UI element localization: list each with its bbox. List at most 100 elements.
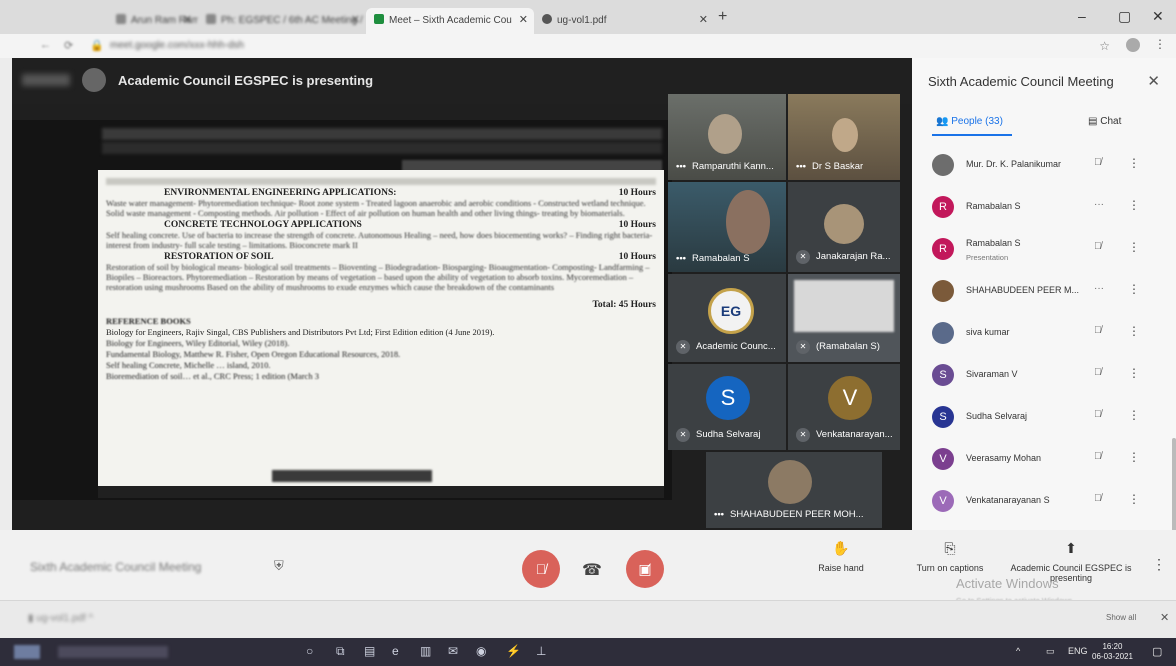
list-item[interactable]: SHAHABUDEEN PEER M... ··· ⋮ — [912, 272, 1176, 312]
unit-body: Self healing concrete. Use of bacteria t… — [106, 230, 653, 250]
security-shield-icon[interactable]: ⛨ — [274, 558, 284, 574]
egspec-logo-avatar: EG — [708, 288, 754, 334]
minimize-button[interactable]: – — [1078, 8, 1086, 24]
more-options-icon[interactable]: ⋮ — [1152, 556, 1166, 573]
tab-favicon-icon — [116, 14, 126, 24]
notification-icon[interactable]: ▢ — [1152, 645, 1162, 658]
mail-icon[interactable]: ✉ — [448, 644, 458, 658]
bookmark-star-icon[interactable]: ☆ — [1099, 39, 1110, 53]
captions-icon: ⎘ — [944, 540, 956, 556]
browser-tab[interactable]: Ph: EGSPEC / 6th AC Meeting / Files ✕ — [198, 8, 366, 34]
participant-tile[interactable]: ✕ Janakarajan Ra... — [788, 182, 900, 272]
back-icon[interactable]: ← — [40, 39, 51, 51]
shared-document: ENVIRONMENTAL ENGINEERING APPLICATIONS: … — [98, 170, 664, 488]
maximize-button[interactable]: ▢ — [1118, 8, 1131, 25]
more-options-icon[interactable]: ⋮ — [1128, 492, 1140, 506]
show-all-button[interactable]: Show all — [1106, 613, 1136, 622]
tray-chevron-icon[interactable]: ^ — [1016, 646, 1020, 656]
participant-tile[interactable]: ••• Ramabalan S — [668, 182, 786, 272]
participant-avatar — [824, 204, 864, 244]
list-item[interactable]: S Sudha Selvaraj 🎙̸ ⋮ — [912, 398, 1176, 438]
store-icon[interactable]: ▥ — [420, 644, 431, 658]
mic-off-icon: 🎙̸ — [535, 561, 547, 577]
taskbar-search[interactable] — [58, 646, 168, 658]
people-panel: Sixth Academic Council Meeting ✕ 👥 Peopl… — [912, 58, 1176, 530]
tab-people[interactable]: 👥 People (33) — [936, 116, 1003, 127]
participant-tile[interactable]: V ✕ Venkatanarayan... — [788, 364, 900, 450]
more-options-icon[interactable]: ⋮ — [1128, 240, 1140, 254]
browser-menu-icon[interactable]: ⋮ — [1154, 37, 1166, 51]
participant-tile[interactable]: S ✕ Sudha Selvaraj — [668, 364, 786, 450]
meeting-details[interactable]: Sixth Academic Council Meeting — [30, 560, 201, 574]
participant-avatar — [932, 322, 954, 344]
participant-tile[interactable]: ✕ (Ramabalan S) — [788, 274, 900, 362]
camera-off-icon: ▣̸ — [638, 561, 652, 577]
chrome-icon[interactable]: ◉ — [476, 644, 486, 658]
network-icon[interactable]: ▭ — [1046, 646, 1055, 657]
app-icon[interactable]: ⚡ — [506, 644, 521, 658]
mic-off-icon: ✕ — [676, 340, 690, 354]
people-list[interactable]: Mur. Dr. K. Palanikumar 🎙̸ ⋮ R Ramabalan… — [912, 138, 1176, 530]
more-options-icon[interactable]: ⋮ — [1128, 324, 1140, 338]
close-panel-icon[interactable]: ✕ — [1147, 72, 1160, 90]
menu-icon[interactable] — [22, 74, 70, 86]
new-tab-button[interactable]: + — [718, 8, 727, 26]
unit-body: Waste water management- Phytoremediation… — [106, 198, 646, 218]
close-tab-icon[interactable]: ✕ — [183, 13, 192, 26]
more-options-icon[interactable]: ⋮ — [1128, 282, 1140, 296]
participant-tile[interactable]: ••• SHAHABUDEEN PEER MOH... — [706, 452, 882, 528]
browser-tab[interactable]: ug-vol1.pdf ✕ — [534, 8, 714, 34]
participant-avatar — [932, 154, 954, 176]
presenter-avatar — [82, 68, 106, 92]
camera-toggle-button[interactable]: ▣̸ — [626, 550, 664, 588]
reload-icon[interactable]: ⟳ — [64, 39, 73, 52]
meet-favicon-icon — [374, 14, 384, 24]
close-tab-icon[interactable]: ✕ — [519, 13, 528, 26]
presentation-thumbnail — [794, 280, 894, 332]
list-item[interactable]: R Ramabalan S ··· ⋮ — [912, 188, 1176, 228]
list-item[interactable]: Mur. Dr. K. Palanikumar 🎙̸ ⋮ — [912, 146, 1176, 186]
download-item[interactable]: ▮ ug-vol1.pdf ^ — [28, 613, 93, 624]
mic-off-icon: 🎙̸ — [1094, 241, 1102, 252]
more-options-icon[interactable]: ⋮ — [1128, 198, 1140, 212]
extension-icon[interactable] — [1126, 38, 1140, 52]
more-options-icon[interactable]: ⋮ — [1128, 366, 1140, 380]
participant-tile[interactable]: ••• Dr S Baskar — [788, 94, 900, 180]
list-item[interactable]: siva kumar 🎙̸ ⋮ — [912, 314, 1176, 354]
file-explorer-icon[interactable]: ▤ — [364, 644, 375, 658]
browser-tab-active[interactable]: Meet – Sixth Academic Cou ✕ — [366, 8, 534, 34]
list-item[interactable]: S Sivaraman V 🎙̸ ⋮ — [912, 356, 1176, 396]
more-options-icon[interactable]: ⋮ — [1128, 408, 1140, 422]
taskbar-clock[interactable]: 16:20 06-03-2021 — [1092, 642, 1133, 662]
captions-button[interactable]: ⎘ Turn on captions — [904, 540, 996, 573]
scrollbar[interactable] — [1172, 438, 1176, 530]
more-options-icon[interactable]: ⋮ — [1128, 450, 1140, 464]
task-view-icon[interactable]: ⧉ — [336, 644, 345, 659]
close-download-bar-icon[interactable]: ✕ — [1160, 611, 1169, 624]
browser-tab[interactable]: Arun Ram Ram Ram ✕ — [108, 8, 198, 34]
url-text[interactable]: meet.google.com/xxx-hhh-dsh — [110, 40, 244, 51]
pin-icon[interactable]: ⊥ — [536, 644, 546, 658]
mic-off-icon: 🎙̸ — [1094, 367, 1102, 378]
more-options-icon[interactable]: ⋮ — [1128, 156, 1140, 170]
language-indicator[interactable]: ENG — [1068, 646, 1088, 656]
raise-hand-button[interactable]: ✋ Raise hand — [806, 540, 876, 573]
search-icon[interactable]: ○ — [306, 644, 313, 658]
close-tab-icon[interactable]: ✕ — [351, 13, 360, 26]
edge-icon[interactable]: e — [392, 644, 399, 658]
leave-call-button[interactable]: ☎ — [582, 560, 602, 580]
participant-tile[interactable]: EG ✕ Academic Counc... — [668, 274, 786, 362]
browser-tab-bar: Arun Ram Ram Ram ✕ Ph: EGSPEC / 6th AC M… — [0, 0, 1176, 34]
start-button[interactable] — [14, 645, 40, 659]
unit-heading: ENVIRONMENTAL ENGINEERING APPLICATIONS: … — [164, 188, 656, 198]
chat-icon: ▤ — [1088, 116, 1101, 127]
list-item[interactable]: V Venkatanarayanan S 🎙̸ ⋮ — [912, 482, 1176, 522]
window-close-button[interactable]: ✕ — [1152, 8, 1164, 25]
list-item[interactable]: V Veerasamy Mohan 🎙̸ ⋮ — [912, 440, 1176, 480]
tab-chat[interactable]: ▤ Chat — [1088, 116, 1121, 127]
participant-avatar — [932, 280, 954, 302]
mic-toggle-button[interactable]: 🎙̸ — [522, 550, 560, 588]
close-tab-icon[interactable]: ✕ — [699, 13, 708, 26]
participant-tile[interactable]: ••• Ramparuthi Kann... — [668, 94, 786, 180]
list-item[interactable]: R Ramabalan S Presentation 🎙̸ ⋮ — [912, 230, 1176, 270]
